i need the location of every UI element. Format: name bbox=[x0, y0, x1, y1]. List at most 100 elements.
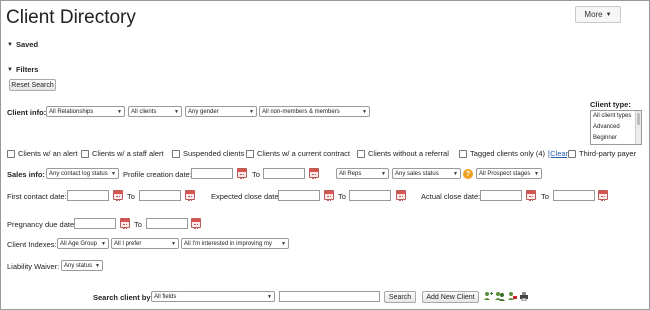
sales-status-select[interactable]: Any sales status ▼ bbox=[392, 168, 461, 179]
staff-alert-label: Clients w/ a staff alert bbox=[92, 149, 164, 158]
calendar-icon[interactable] bbox=[396, 190, 406, 201]
client-type-option[interactable]: Advanced bbox=[591, 122, 641, 133]
client-type-listbox[interactable]: All client types Advanced Beginner bbox=[590, 110, 642, 145]
prefer-select[interactable]: All I prefer ▼ bbox=[111, 238, 179, 249]
add-user-icon[interactable] bbox=[483, 291, 493, 301]
chevron-down-icon: ▼ bbox=[362, 108, 367, 115]
chevron-down-icon: ▼ bbox=[249, 108, 254, 115]
checkbox[interactable] bbox=[568, 149, 576, 158]
age-group-select[interactable]: All Age Group ▼ bbox=[57, 238, 109, 249]
checkbox[interactable] bbox=[459, 149, 467, 158]
clients-select[interactable]: All clients ▼ bbox=[128, 106, 182, 117]
sales-status-value: Any sales status bbox=[395, 170, 439, 177]
actual-close-to-input[interactable] bbox=[553, 190, 595, 201]
checkbox[interactable] bbox=[172, 149, 180, 158]
filters-toggle[interactable]: ▼ Filters bbox=[7, 65, 38, 74]
checkbox[interactable] bbox=[357, 149, 365, 158]
profile-creation-label: Profile creation date: bbox=[123, 170, 192, 179]
to-label: To bbox=[127, 192, 135, 201]
client-type-option[interactable]: All client types bbox=[591, 111, 641, 122]
calendar-icon[interactable] bbox=[309, 168, 319, 179]
relationships-select[interactable]: All Relationships ▼ bbox=[46, 106, 125, 117]
suspended-label: Suspended clients bbox=[183, 149, 245, 158]
calendar-icon[interactable] bbox=[324, 190, 334, 201]
calendar-icon[interactable] bbox=[113, 190, 123, 201]
interested-value: All I'm interested in improving my bbox=[184, 240, 272, 247]
gender-select[interactable]: Any gender ▼ bbox=[185, 106, 257, 117]
chevron-down-icon: ▼ bbox=[111, 170, 116, 177]
age-group-value: All Age Group bbox=[60, 240, 98, 247]
reset-search-button[interactable]: Reset Search bbox=[9, 79, 56, 91]
chevron-down-icon: ▼ bbox=[267, 293, 272, 300]
calendar-icon[interactable] bbox=[120, 218, 130, 229]
interested-select[interactable]: All I'm interested in improving my ▼ bbox=[181, 238, 289, 249]
pregnancy-due-to-input[interactable] bbox=[146, 218, 188, 229]
more-button[interactable]: More ▼ bbox=[575, 6, 621, 23]
alert-checkbox-row[interactable]: Clients w/ an alert bbox=[7, 149, 78, 158]
without-referral-checkbox-row[interactable]: Clients without a referral bbox=[357, 149, 449, 158]
filters-label: Filters bbox=[15, 65, 39, 74]
actual-close-label: Actual close date: bbox=[421, 192, 481, 201]
pregnancy-due-label: Pregnancy due date: bbox=[7, 220, 77, 229]
to-label: To bbox=[134, 220, 142, 229]
checkbox[interactable] bbox=[246, 149, 254, 158]
first-contact-from-input[interactable] bbox=[67, 190, 109, 201]
search-input[interactable] bbox=[279, 291, 380, 302]
saved-toggle[interactable]: ▼ Saved bbox=[7, 40, 38, 49]
reps-select[interactable]: All Reps ▼ bbox=[336, 168, 389, 179]
current-contract-label: Clients w/ a current contract bbox=[257, 149, 350, 158]
users-group-icon[interactable] bbox=[495, 291, 505, 301]
remove-user-icon[interactable] bbox=[507, 291, 517, 301]
scrollbar[interactable] bbox=[635, 111, 641, 144]
suspended-checkbox-row[interactable]: Suspended clients bbox=[172, 149, 244, 158]
tagged-label: Tagged clients only (4) bbox=[470, 149, 546, 158]
tagged-checkbox-row[interactable]: Tagged clients only (4) [Clear] bbox=[459, 149, 570, 158]
add-new-client-button[interactable]: Add New Client bbox=[422, 291, 479, 303]
contact-log-value: Any contact log status bbox=[49, 170, 108, 177]
calendar-icon[interactable] bbox=[191, 218, 201, 229]
reps-value: All Reps bbox=[339, 170, 362, 177]
chevron-down-icon: ▼ bbox=[281, 240, 286, 247]
liability-status-select[interactable]: Any status ▼ bbox=[61, 260, 103, 271]
calendar-icon[interactable] bbox=[598, 190, 608, 201]
help-icon[interactable]: ? bbox=[463, 169, 473, 179]
client-type-option[interactable]: Beginner bbox=[591, 133, 641, 144]
more-label: More bbox=[584, 10, 603, 19]
expected-close-to-input[interactable] bbox=[349, 190, 391, 201]
pregnancy-due-from-input[interactable] bbox=[74, 218, 116, 229]
profile-creation-to-input[interactable] bbox=[263, 168, 305, 179]
current-contract-checkbox-row[interactable]: Clients w/ a current contract bbox=[246, 149, 350, 158]
liability-status-value: Any status bbox=[64, 262, 93, 269]
expected-close-from-input[interactable] bbox=[278, 190, 320, 201]
calendar-icon[interactable] bbox=[526, 190, 536, 201]
actual-close-from-input[interactable] bbox=[480, 190, 522, 201]
chevron-down-icon: ▼ bbox=[174, 108, 179, 115]
chevron-down-icon: ▼ bbox=[605, 11, 612, 18]
clients-value: All clients bbox=[131, 108, 157, 115]
first-contact-to-input[interactable] bbox=[139, 190, 181, 201]
profile-creation-from-input[interactable] bbox=[191, 168, 233, 179]
search-field-value: All fields bbox=[154, 293, 177, 300]
search-button[interactable]: Search bbox=[384, 291, 416, 303]
client-type-label: Client type: bbox=[590, 100, 631, 109]
membership-select[interactable]: All non-members & members ▼ bbox=[259, 106, 370, 117]
staff-alert-checkbox-row[interactable]: Clients w/ a staff alert bbox=[81, 149, 164, 158]
first-contact-label: First contact date: bbox=[7, 192, 67, 201]
third-party-label: Third-party payer bbox=[579, 149, 637, 158]
contact-log-select[interactable]: Any contact log status ▼ bbox=[46, 168, 119, 179]
print-icon[interactable] bbox=[519, 291, 529, 301]
prospect-stages-select[interactable]: All Prospect stages ▼ bbox=[476, 168, 542, 179]
calendar-icon[interactable] bbox=[185, 190, 195, 201]
client-info-label: Client info: bbox=[7, 108, 47, 117]
client-indexes-label: Client Indexes: bbox=[7, 240, 57, 249]
expected-close-label: Expected close date: bbox=[211, 192, 281, 201]
search-field-select[interactable]: All fields ▼ bbox=[151, 291, 275, 302]
chevron-down-icon: ▼ bbox=[534, 170, 539, 177]
third-party-checkbox-row[interactable]: Third-party payer bbox=[568, 149, 636, 158]
checkbox[interactable] bbox=[7, 149, 15, 158]
liability-label: Liability Waiver: bbox=[7, 262, 60, 271]
calendar-icon[interactable] bbox=[237, 168, 247, 179]
search-by-label: Search client by bbox=[93, 293, 151, 302]
clear-link[interactable]: [Clear] bbox=[548, 149, 570, 158]
checkbox[interactable] bbox=[81, 149, 89, 158]
